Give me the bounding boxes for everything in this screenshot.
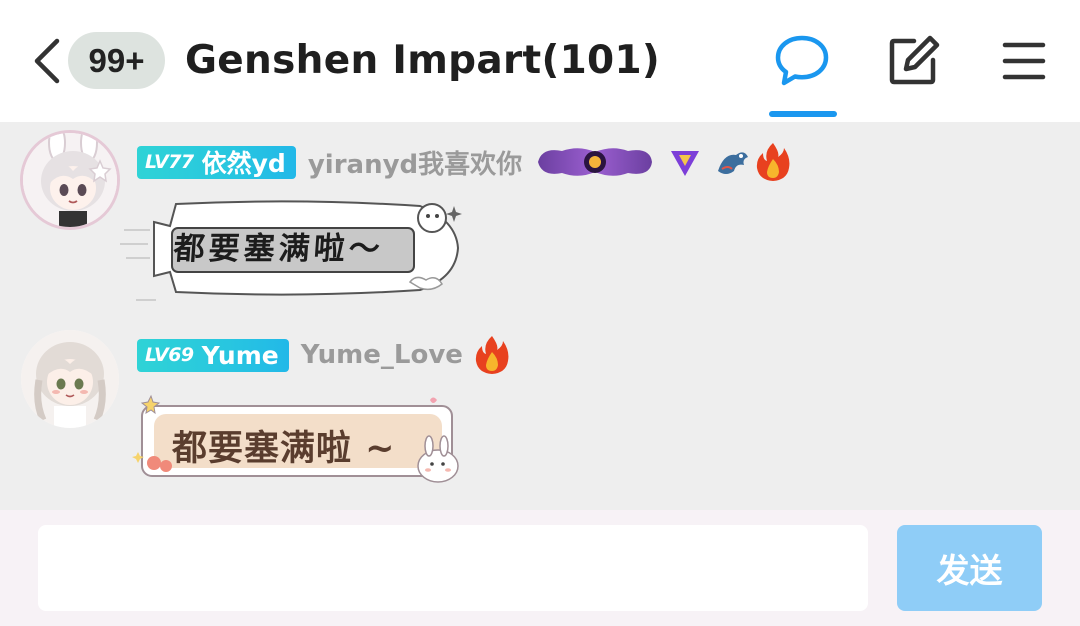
fire-icon — [757, 143, 790, 181]
level-text: LV69 — [145, 344, 194, 366]
anime-girl-avatar-icon — [21, 330, 119, 428]
message-text: 都要塞满啦 ~ — [172, 429, 396, 469]
menu-icon — [1002, 42, 1046, 80]
message-input[interactable] — [38, 525, 868, 611]
avatar[interactable] — [20, 130, 120, 230]
dragon-icon — [718, 152, 749, 174]
unread-count-badge[interactable]: 99+ — [68, 32, 165, 89]
sender-name-row: LV69 Yume Yume_Love — [137, 334, 511, 376]
menu-button[interactable] — [996, 32, 1054, 90]
composer-bar: 发送 — [0, 510, 1080, 626]
sender-name[interactable]: 依然yd — [202, 144, 286, 180]
message-bubble[interactable]: 都要塞满啦 ~ — [128, 392, 473, 484]
edit-icon — [889, 35, 940, 85]
sender-nickname: yiranyd我喜欢你 — [307, 149, 523, 180]
message-text: 都要塞满啦～ — [172, 231, 386, 267]
back-arrow-icon — [34, 38, 60, 84]
purple-diamond-icon — [671, 151, 700, 176]
chat-bubble-icon — [775, 35, 829, 86]
avatar[interactable] — [21, 330, 119, 428]
anime-girl-avatar-icon — [23, 133, 117, 227]
sender-name-row: LV77 依然yd yiranyd我喜欢你 — [137, 141, 792, 183]
send-button[interactable]: 发送 — [897, 525, 1042, 611]
level-badge: LV77 依然yd — [137, 144, 296, 180]
back-button[interactable] — [26, 34, 66, 88]
level-text: LV77 — [145, 151, 194, 173]
message-bubble[interactable]: 都要塞满啦～ — [120, 196, 470, 306]
active-tab-indicator — [769, 111, 837, 117]
level-badge: LV69 Yume — [137, 338, 289, 372]
message-list[interactable]: LV77 依然yd yiranyd我喜欢你 都要塞满啦～ LV69 Yume Y… — [0, 122, 1080, 510]
page-title: Genshen Impart(101) — [185, 38, 661, 83]
sender-nickname: Yume_Love — [300, 340, 463, 370]
sender-name[interactable]: Yume — [202, 341, 279, 370]
chat-screen: 99+ Genshen Impart(101) LV77 依然yd yirany… — [0, 0, 1080, 626]
edit-button[interactable] — [884, 32, 942, 90]
purple-nameplate-icon — [538, 148, 653, 176]
fire-icon — [475, 336, 509, 374]
top-bar: 99+ Genshen Impart(101) — [0, 0, 1080, 122]
tab-chat[interactable] — [773, 32, 831, 90]
